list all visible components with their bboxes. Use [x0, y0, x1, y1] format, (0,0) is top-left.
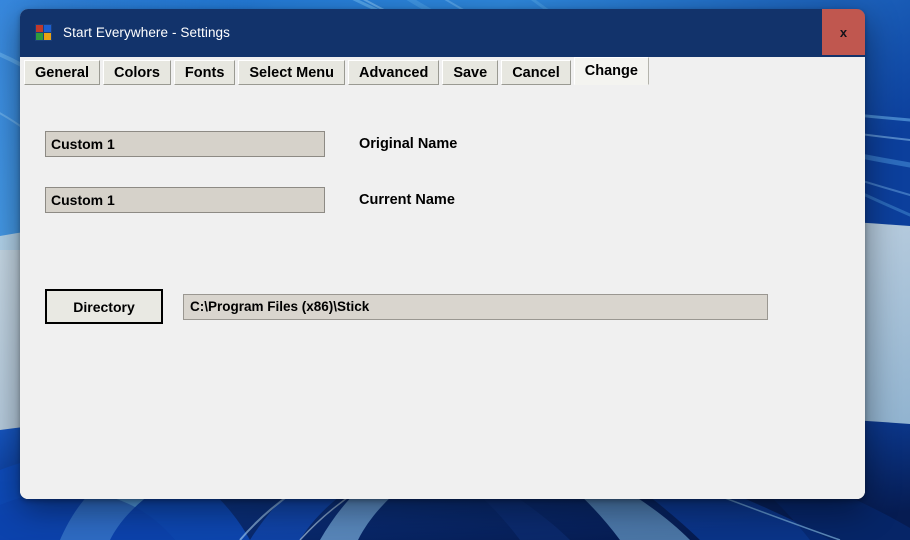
- tab-advanced[interactable]: Advanced: [348, 60, 440, 85]
- tab-save[interactable]: Save: [442, 60, 499, 85]
- directory-button[interactable]: Directory: [45, 289, 163, 324]
- current-name-input[interactable]: Custom 1: [45, 187, 325, 213]
- tab-select-menu[interactable]: Select Menu: [238, 60, 345, 85]
- window-title: Start Everywhere - Settings: [63, 24, 231, 40]
- close-icon[interactable]: x: [822, 9, 865, 55]
- original-name-input[interactable]: Custom 1: [45, 131, 325, 157]
- original-name-label: Original Name: [359, 136, 458, 152]
- tab-change[interactable]: Change: [573, 57, 649, 85]
- tab-colors[interactable]: Colors: [103, 60, 171, 85]
- original-name-row: Custom 1 Original Name: [45, 131, 457, 157]
- app-grid-arrows-icon: [35, 23, 52, 41]
- current-name-row: Custom 1 Current Name: [45, 187, 455, 213]
- settings-window: Start Everywhere - Settings x General Co…: [20, 9, 865, 499]
- current-name-label: Current Name: [359, 192, 455, 208]
- directory-row: Directory C:\Program Files (x86)\Stick: [45, 289, 768, 324]
- tab-fonts[interactable]: Fonts: [173, 60, 236, 85]
- tab-bar: General Colors Fonts Select Menu Advance…: [20, 55, 865, 85]
- tab-panel-change: Custom 1 Original Name Custom 1 Current …: [20, 85, 865, 499]
- directory-path-input[interactable]: C:\Program Files (x86)\Stick: [183, 293, 768, 320]
- tab-general[interactable]: General: [24, 60, 100, 85]
- tab-cancel[interactable]: Cancel: [501, 60, 571, 85]
- window-titlebar: Start Everywhere - Settings x: [20, 9, 865, 55]
